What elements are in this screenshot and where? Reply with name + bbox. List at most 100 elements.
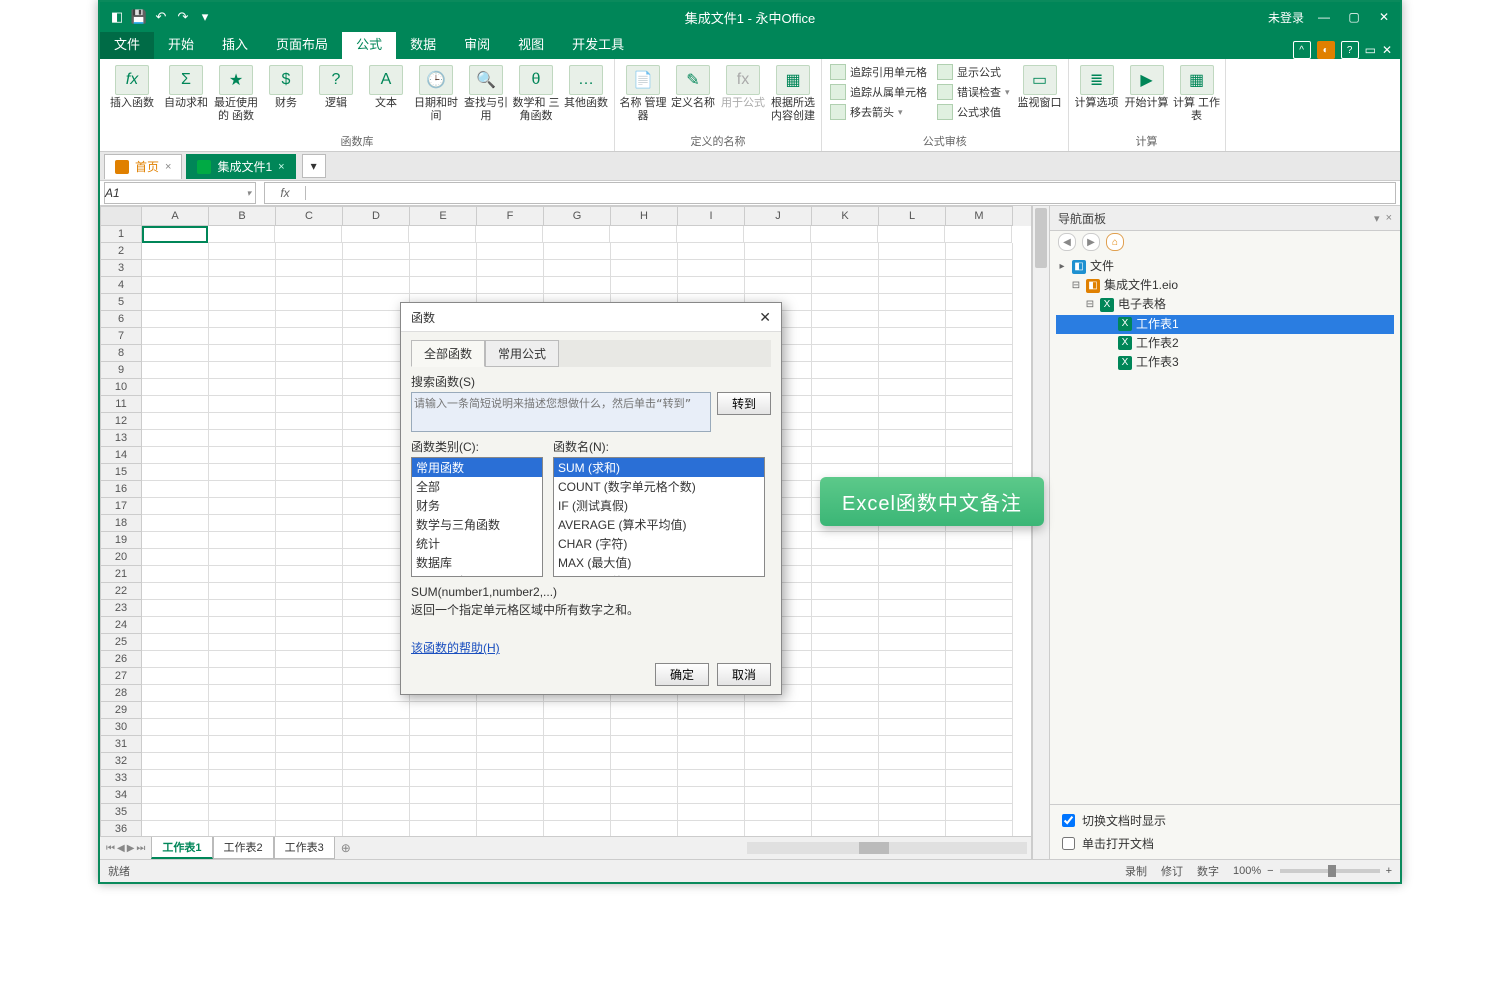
cell[interactable] — [209, 651, 276, 668]
cell[interactable] — [544, 753, 611, 770]
cell[interactable] — [611, 243, 678, 260]
cell[interactable] — [879, 685, 946, 702]
cell[interactable] — [544, 243, 611, 260]
cell[interactable] — [142, 668, 209, 685]
cell[interactable] — [410, 753, 477, 770]
cell[interactable] — [276, 498, 343, 515]
cell[interactable] — [946, 702, 1013, 719]
watch-window-button[interactable]: ▭监视窗口 — [1016, 61, 1064, 110]
row-header[interactable]: 6 — [100, 311, 142, 328]
list-item[interactable]: 统计 — [412, 534, 542, 553]
cell[interactable] — [209, 277, 276, 294]
cell[interactable] — [209, 430, 276, 447]
cell[interactable] — [142, 634, 209, 651]
cell[interactable] — [946, 379, 1013, 396]
cell[interactable] — [745, 277, 812, 294]
cell[interactable] — [879, 736, 946, 753]
cell[interactable] — [477, 243, 544, 260]
cell[interactable] — [812, 685, 879, 702]
col-header[interactable]: A — [142, 206, 209, 226]
cell[interactable] — [879, 702, 946, 719]
cell[interactable] — [879, 583, 946, 600]
cell[interactable] — [812, 702, 879, 719]
cell[interactable] — [276, 379, 343, 396]
cell[interactable] — [745, 260, 812, 277]
cell[interactable] — [611, 804, 678, 821]
cell[interactable] — [208, 226, 275, 243]
calc-options-button[interactable]: ≣计算选项 — [1073, 61, 1121, 110]
list-item[interactable]: 数据库 — [412, 553, 542, 572]
cell[interactable] — [879, 277, 946, 294]
cell[interactable] — [276, 651, 343, 668]
cell[interactable] — [812, 243, 879, 260]
row-header[interactable]: 29 — [100, 702, 142, 719]
cell[interactable] — [812, 787, 879, 804]
row-header[interactable]: 9 — [100, 362, 142, 379]
cell[interactable] — [142, 396, 209, 413]
cell[interactable] — [410, 804, 477, 821]
dialog-tab-all[interactable]: 全部函数 — [411, 340, 485, 367]
cell[interactable] — [142, 515, 209, 532]
close-button[interactable]: ✕ — [1374, 10, 1394, 24]
cell[interactable] — [276, 464, 343, 481]
row-header[interactable]: 35 — [100, 804, 142, 821]
cell[interactable] — [678, 736, 745, 753]
cell[interactable] — [142, 447, 209, 464]
cell[interactable] — [946, 430, 1013, 447]
cell[interactable] — [209, 583, 276, 600]
cell[interactable] — [946, 260, 1013, 277]
cell[interactable] — [409, 226, 476, 243]
cell[interactable] — [209, 447, 276, 464]
cell[interactable] — [477, 736, 544, 753]
cell[interactable] — [276, 685, 343, 702]
cell[interactable] — [946, 736, 1013, 753]
insert-function-button[interactable]: fx插入函数 — [104, 61, 160, 110]
cell[interactable] — [142, 345, 209, 362]
cell[interactable] — [477, 277, 544, 294]
cell[interactable] — [544, 821, 611, 836]
cell[interactable] — [946, 753, 1013, 770]
cell[interactable] — [477, 821, 544, 836]
cell[interactable] — [343, 753, 410, 770]
cell[interactable] — [276, 736, 343, 753]
cell[interactable] — [544, 804, 611, 821]
cell[interactable] — [879, 651, 946, 668]
text-button[interactable]: A文本 — [362, 61, 410, 110]
save-icon[interactable]: 💾 — [130, 8, 148, 26]
cell[interactable] — [410, 277, 477, 294]
cell[interactable] — [276, 277, 343, 294]
cell[interactable] — [812, 345, 879, 362]
cell[interactable] — [276, 702, 343, 719]
cell[interactable] — [477, 702, 544, 719]
cell[interactable] — [879, 770, 946, 787]
cell[interactable] — [812, 311, 879, 328]
sheet-tab[interactable]: 工作表3 — [274, 837, 335, 859]
remove-arrows-button[interactable]: 移去箭头▾ — [826, 103, 931, 121]
cell[interactable] — [209, 464, 276, 481]
cell[interactable] — [879, 447, 946, 464]
row-header[interactable]: 5 — [100, 294, 142, 311]
cell[interactable] — [209, 345, 276, 362]
cell[interactable] — [611, 702, 678, 719]
row-header[interactable]: 25 — [100, 634, 142, 651]
cell[interactable] — [678, 277, 745, 294]
cell[interactable] — [209, 396, 276, 413]
list-item[interactable]: IF (测试真假) — [554, 496, 764, 515]
cell[interactable] — [611, 736, 678, 753]
cell[interactable] — [946, 396, 1013, 413]
tree-spreadsheet[interactable]: ⊟X电子表格 — [1056, 295, 1394, 314]
fx-icon[interactable]: fx — [265, 186, 306, 200]
cell[interactable] — [879, 413, 946, 430]
cell[interactable] — [678, 260, 745, 277]
define-name-button[interactable]: ✎定义名称 — [669, 61, 717, 110]
cell[interactable] — [209, 804, 276, 821]
cell[interactable] — [142, 328, 209, 345]
cell[interactable] — [812, 260, 879, 277]
cell[interactable] — [946, 277, 1013, 294]
row-header[interactable]: 34 — [100, 787, 142, 804]
row-header[interactable]: 7 — [100, 328, 142, 345]
ribbon-minimize-icon[interactable]: ^ — [1293, 41, 1311, 59]
cell[interactable] — [745, 821, 812, 836]
cell[interactable] — [276, 617, 343, 634]
cell[interactable] — [611, 753, 678, 770]
